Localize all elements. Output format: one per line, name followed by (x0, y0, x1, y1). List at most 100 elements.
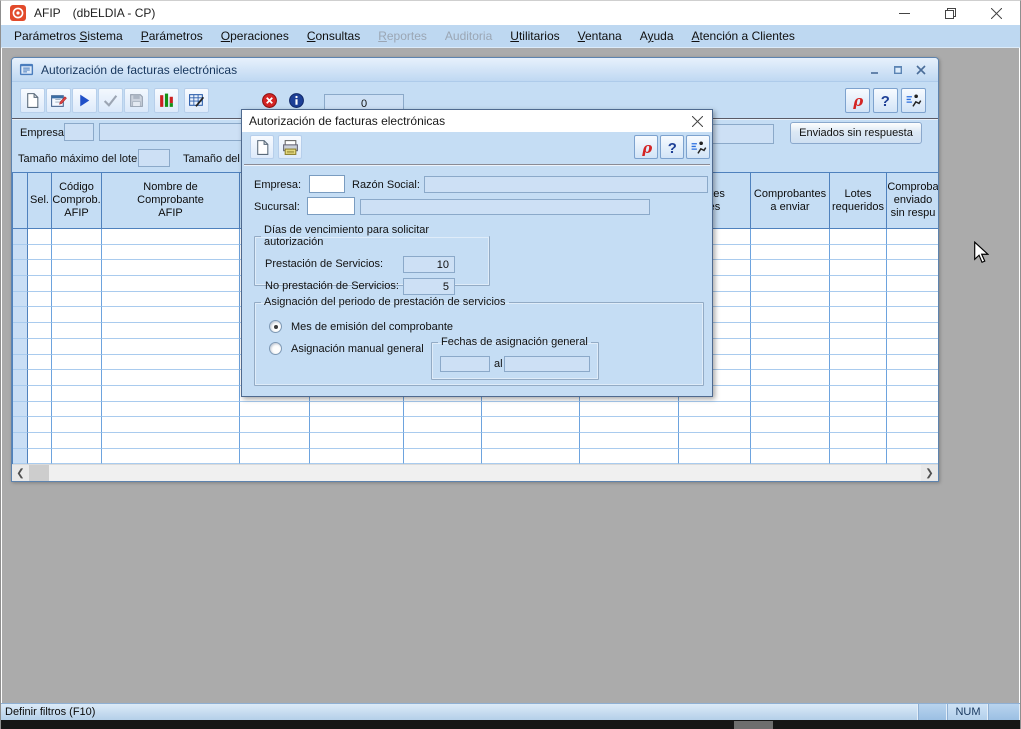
column-header-sel[interactable]: Sel. (28, 173, 52, 229)
child-minimize-button[interactable] (865, 62, 884, 79)
help-button[interactable]: ? (873, 88, 898, 113)
prestacion-field[interactable] (403, 256, 455, 273)
table-cell (887, 276, 938, 292)
svg-text:ρ: ρ (852, 92, 863, 109)
scroll-right-button[interactable]: ❯ (921, 465, 938, 481)
table-cell (830, 355, 887, 371)
new-document-button[interactable] (250, 135, 274, 159)
column-header-0[interactable] (13, 173, 28, 229)
status-panel-2 (919, 704, 948, 720)
fecha-hasta-field[interactable] (504, 356, 590, 372)
table-cell (751, 386, 830, 402)
scrollbar-thumb[interactable] (29, 465, 49, 481)
table-cell (102, 245, 240, 261)
column-header-codigo[interactable]: Código Comprob. AFIP (52, 173, 102, 229)
column-header-comprobantes[interactable]: Comprobantes a enviar (751, 173, 830, 229)
confirm-button[interactable] (98, 88, 123, 113)
table-row[interactable] (13, 417, 938, 433)
table-cell (830, 433, 887, 449)
table-cell (102, 276, 240, 292)
fechas-group: Fechas de asignación general al (431, 336, 599, 380)
filter-rho-button[interactable]: ρ (845, 88, 870, 113)
radio-mes-emision-label: Mes de emisión del comprobante (291, 321, 453, 333)
table-cell (830, 229, 887, 245)
menu-ventana[interactable]: Ventana (569, 25, 631, 48)
prestacion-label: Prestación de Servicios: (265, 258, 383, 270)
horizontal-scrollbar[interactable]: ❮ ❯ (12, 464, 938, 481)
edit-properties-button[interactable] (46, 88, 71, 113)
fecha-desde-field[interactable] (440, 356, 490, 372)
table-row[interactable] (13, 402, 938, 418)
table-cell (830, 417, 887, 433)
column-header-lotes[interactable]: Lotes requeridos (830, 173, 887, 229)
row-indicator-cell (13, 229, 28, 245)
taskbar-notch (734, 721, 773, 729)
table-cell (28, 433, 52, 449)
table-cell (28, 386, 52, 402)
close-button[interactable] (973, 1, 1019, 25)
dlg-sucursal-name-field[interactable] (360, 199, 650, 215)
dlg-sucursal-field[interactable] (307, 197, 355, 215)
menu-atencion-a-clientes[interactable]: Atención a Clientes (683, 25, 804, 48)
minimize-button[interactable] (881, 1, 927, 25)
menu-ayuda[interactable]: Ayuda (631, 25, 683, 48)
table-cell (887, 229, 938, 245)
menu-consultas[interactable]: Consultas (298, 25, 369, 48)
radio-mes-emision[interactable] (269, 320, 282, 333)
table-cell (28, 370, 52, 386)
menu-parametros[interactable]: Parámetros (132, 25, 212, 48)
table-cell (52, 339, 102, 355)
table-cell (751, 417, 830, 433)
dialog-title-bar: Autorización de facturas electrónicas (242, 110, 712, 132)
enviados-sin-respuesta-button[interactable]: Enviados sin respuesta (790, 122, 922, 144)
app-icon (10, 5, 26, 21)
exit-button[interactable] (901, 88, 926, 113)
table-cell (52, 402, 102, 418)
menu-utilitarios[interactable]: Utilitarios (501, 25, 568, 48)
column-header-nombre-de[interactable]: Nombre de Comprobante AFIP (102, 173, 240, 229)
dlg-razon-social-field[interactable] (424, 176, 708, 193)
table-cell (28, 339, 52, 355)
menu-operaciones[interactable]: Operaciones (212, 25, 298, 48)
save-button[interactable] (124, 88, 149, 113)
child-maximize-button[interactable] (888, 62, 907, 79)
row-indicator-cell (13, 449, 28, 464)
table-cell (830, 245, 887, 261)
no-prestacion-field[interactable] (403, 278, 455, 295)
svg-text:?: ? (881, 94, 890, 109)
pending-count-field[interactable] (704, 124, 774, 144)
compare-columns-button[interactable] (154, 88, 179, 113)
exit-button[interactable] (686, 135, 710, 159)
new-document-button[interactable] (20, 88, 45, 113)
maximize-button[interactable] (927, 1, 973, 25)
print-button[interactable] (278, 135, 302, 159)
lote-max-field[interactable] (138, 149, 170, 167)
radio-asignacion-manual[interactable] (269, 342, 282, 355)
edit-properties-icon (50, 92, 67, 109)
table-cell (887, 323, 938, 339)
table-cell (830, 449, 887, 464)
empresa-code-field[interactable] (64, 123, 94, 141)
filter-rho-button[interactable]: ρ (634, 135, 658, 159)
dlg-empresa-field[interactable] (309, 175, 345, 193)
table-cell (751, 355, 830, 371)
table-cell (28, 402, 52, 418)
table-cell (830, 260, 887, 276)
table-row[interactable] (13, 433, 938, 449)
table-cell (887, 417, 938, 433)
menu-parametros-sistema[interactable]: Parámetros Sistema (5, 25, 132, 48)
row-indicator-cell (13, 276, 28, 292)
grid-edit-button[interactable] (184, 88, 209, 113)
column-header-comproba[interactable]: Comproba enviado sin respu (887, 173, 938, 229)
table-cell (28, 307, 52, 323)
window-title: AFIP(dbELDIA - CP) (34, 6, 155, 20)
help-button[interactable]: ? (660, 135, 684, 159)
table-cell (52, 370, 102, 386)
child-close-button[interactable] (911, 62, 930, 79)
table-cell (751, 245, 830, 261)
table-cell (102, 417, 240, 433)
dialog-close-button[interactable] (687, 112, 707, 130)
scroll-left-button[interactable]: ❮ (12, 465, 29, 481)
run-button[interactable] (72, 88, 97, 113)
table-row[interactable] (13, 449, 938, 464)
